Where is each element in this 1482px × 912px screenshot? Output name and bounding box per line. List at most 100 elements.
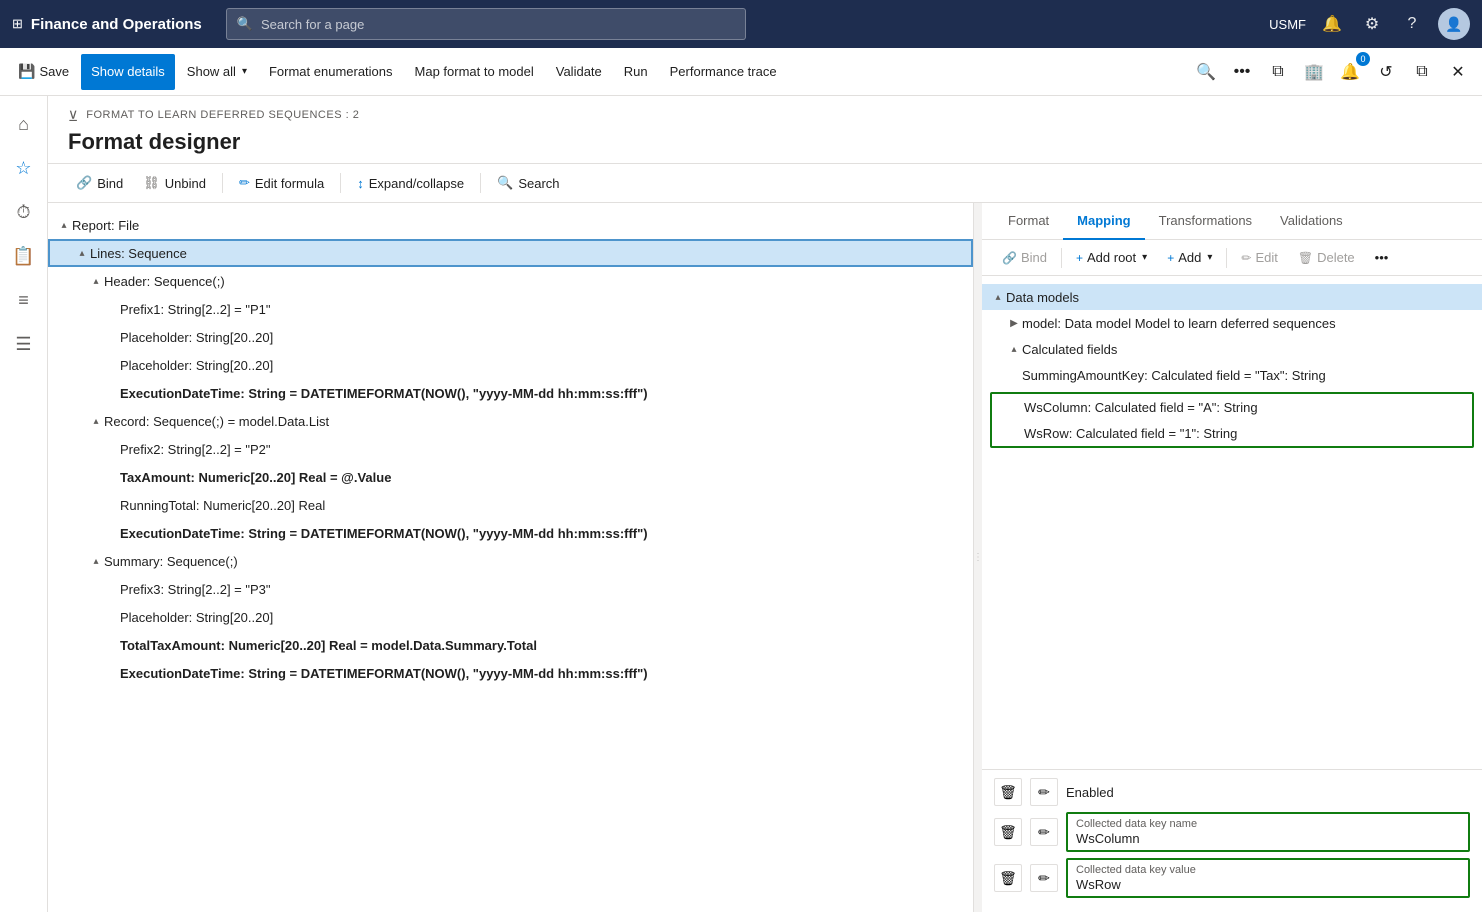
prop-edit-keyval-btn[interactable]: ✏ [1030,864,1058,892]
bind-tool-button[interactable]: 🔗 Bind [68,170,131,196]
properties-panel: 🗑 ✏ Enabled 🗑 ✏ Collected data key name … [982,769,1482,912]
prop-delete-enabled-btn[interactable]: 🗑 [994,778,1022,806]
dm-node-wscol[interactable]: WsColumn: Calculated field = "A": String [992,394,1472,420]
tree-toggle-summary[interactable]: ▴ [88,553,104,569]
format-enumerations-button[interactable]: Format enumerations [259,54,403,90]
sidebar-menu-icon[interactable]: ☰ [4,324,44,364]
unbind-tool-button[interactable]: ⛓ Unbind [135,170,214,196]
prop-key-value-row: 🗑 ✏ Collected data key value WsRow [994,858,1470,898]
prop-delete-keyname-btn[interactable]: 🗑 [994,818,1022,846]
tree-node-prefix2[interactable]: Prefix2: String[2..2] = "P2" [48,435,973,463]
refresh-icon[interactable]: ↺ [1370,56,1402,88]
tab-transformations[interactable]: Transformations [1145,203,1266,240]
office-icon[interactable]: 🏢 [1298,56,1330,88]
delete-map-icon: 🗑 [1298,251,1313,265]
tree-toggle-lines[interactable]: ▴ [74,245,90,261]
add-button[interactable]: + Add ▾ [1159,246,1220,269]
tree-toggle-record[interactable]: ▴ [88,413,104,429]
tree-node-execdate2[interactable]: ExecutionDateTime: String = DATETIMEFORM… [48,519,973,547]
top-navigation: ⊞ Finance and Operations 🔍 USMF 🔔 ⚙ ? 👤 [0,0,1482,48]
performance-trace-button[interactable]: Performance trace [660,54,787,90]
validate-button[interactable]: Validate [546,54,612,90]
tree-node-header[interactable]: ▴ Header: Sequence(;) [48,267,973,295]
help-icon[interactable]: ? [1398,10,1426,38]
tree-node-placeholder3[interactable]: Placeholder: String[20..20] [48,603,973,631]
more-map-button[interactable]: ••• [1367,246,1397,269]
show-all-button[interactable]: Show all ▾ [177,54,257,90]
notifications-icon[interactable]: 🔔 [1318,10,1346,38]
search-tool-button[interactable]: 🔍 Search [489,170,567,196]
search-icon: 🔍 [237,16,253,32]
notification-count: 0 [1356,52,1370,66]
expand-collapse-button[interactable]: ↕ Expand/collapse [349,171,472,196]
tab-validations[interactable]: Validations [1266,203,1357,240]
prop-delete-keyval-btn[interactable]: 🗑 [994,864,1022,892]
run-button[interactable]: Run [614,54,658,90]
dm-node-calc-fields[interactable]: ▴ Calculated fields [982,336,1482,362]
tree-node-record[interactable]: ▴ Record: Sequence(;) = model.Data.List [48,407,973,435]
tree-toggle-report[interactable]: ▴ [56,217,72,233]
tree-toggle-header[interactable]: ▴ [88,273,104,289]
app-name: Finance and Operations [31,16,202,33]
add-root-button[interactable]: + Add root ▾ [1068,246,1155,269]
tree-node-summary[interactable]: ▴ Summary: Sequence(;) [48,547,973,575]
add-root-dropdown-icon: ▾ [1142,252,1147,263]
map-bind-button[interactable]: 🔗 Bind [994,246,1055,269]
tree-node-placeholder2[interactable]: Placeholder: String[20..20] [48,351,973,379]
dm-toggle-model[interactable]: ▶ [1006,318,1022,329]
tree-node-lines[interactable]: ▴ Lines: Sequence [48,239,973,267]
app-grid-icon[interactable]: ⊞ [12,16,23,32]
search-command-icon[interactable]: 🔍 [1190,56,1222,88]
global-search-bar[interactable]: 🔍 [226,8,746,40]
more-options-icon[interactable]: ••• [1226,56,1258,88]
tree-node-totaltax[interactable]: TotalTaxAmount: Numeric[20..20] Real = m… [48,631,973,659]
prop-edit-keyname-btn[interactable]: ✏ [1030,818,1058,846]
tree-node-execdate1[interactable]: ExecutionDateTime: String = DATETIMEFORM… [48,379,973,407]
prop-edit-enabled-btn[interactable]: ✏ [1030,778,1058,806]
dm-toggle-data-models[interactable]: ▴ [990,292,1006,303]
close-icon[interactable]: ✕ [1442,56,1474,88]
sidebar-list-icon[interactable]: ≡ [4,280,44,320]
edit-map-icon: ✏ [1241,251,1251,265]
show-details-button[interactable]: Show details [81,54,175,90]
tree-node-placeholder1[interactable]: Placeholder: String[20..20] [48,323,973,351]
filter-icon[interactable]: ⊻ [68,108,78,125]
tree-node-prefix3[interactable]: Prefix3: String[2..2] = "P3" [48,575,973,603]
map-bind-icon: 🔗 [1002,251,1017,265]
delete-map-button[interactable]: 🗑 Delete [1290,246,1363,269]
add-icon: + [1167,251,1174,265]
map-format-button[interactable]: Map format to model [405,54,544,90]
dm-node-wsrow[interactable]: WsRow: Calculated field = "1": String [992,420,1472,446]
left-sidebar: ⌂ ☆ ⏱ 📋 ≡ ☰ [0,96,48,912]
tree-node-execdate3[interactable]: ExecutionDateTime: String = DATETIMEFORM… [48,659,973,687]
mapping-content: ▴ Data models ▶ model: Data model Model … [982,276,1482,769]
dm-node-summing[interactable]: SummingAmountKey: Calculated field = "Ta… [982,362,1482,388]
global-search-input[interactable] [261,17,735,32]
settings-icon[interactable]: ⚙ [1358,10,1386,38]
tab-format[interactable]: Format [994,203,1063,240]
sidebar-star-icon[interactable]: ☆ [4,148,44,188]
dm-node-data-models[interactable]: ▴ Data models [982,284,1482,310]
tab-mapping[interactable]: Mapping [1063,203,1144,240]
sidebar-clock-icon[interactable]: ⏱ [4,192,44,232]
edit-formula-button[interactable]: ✏ Edit formula [231,170,332,196]
tree-node-report[interactable]: ▴ Report: File [48,211,973,239]
plugin-icon[interactable]: ⧉ [1262,56,1294,88]
panel-splitter[interactable]: ⋮ [974,203,982,912]
tree-node-prefix1[interactable]: Prefix1: String[2..2] = "P1" [48,295,973,323]
tree-node-runningtotal[interactable]: RunningTotal: Numeric[20..20] Real [48,491,973,519]
edit-map-button[interactable]: ✏ Edit [1233,246,1285,269]
sidebar-calendar-icon[interactable]: 📋 [4,236,44,276]
sidebar-home-icon[interactable]: ⌂ [4,104,44,144]
dm-toggle-calc[interactable]: ▴ [1006,344,1022,355]
tree-node-taxamount[interactable]: TaxAmount: Numeric[20..20] Real = @.Valu… [48,463,973,491]
mapping-panel: Format Mapping Transformations Validatio… [982,203,1482,912]
new-window-icon[interactable]: ⧉ [1406,56,1438,88]
edit-formula-icon: ✏ [239,175,250,191]
user-avatar[interactable]: 👤 [1438,8,1470,40]
add-root-icon: + [1076,251,1083,265]
dm-node-model[interactable]: ▶ model: Data model Model to learn defer… [982,310,1482,336]
cmd-right-area: 🔍 ••• ⧉ 🏢 🔔 0 ↺ ⧉ ✕ [1190,56,1474,88]
unbind-tool-icon: ⛓ [143,175,160,191]
save-button[interactable]: 💾 Save [8,54,79,90]
